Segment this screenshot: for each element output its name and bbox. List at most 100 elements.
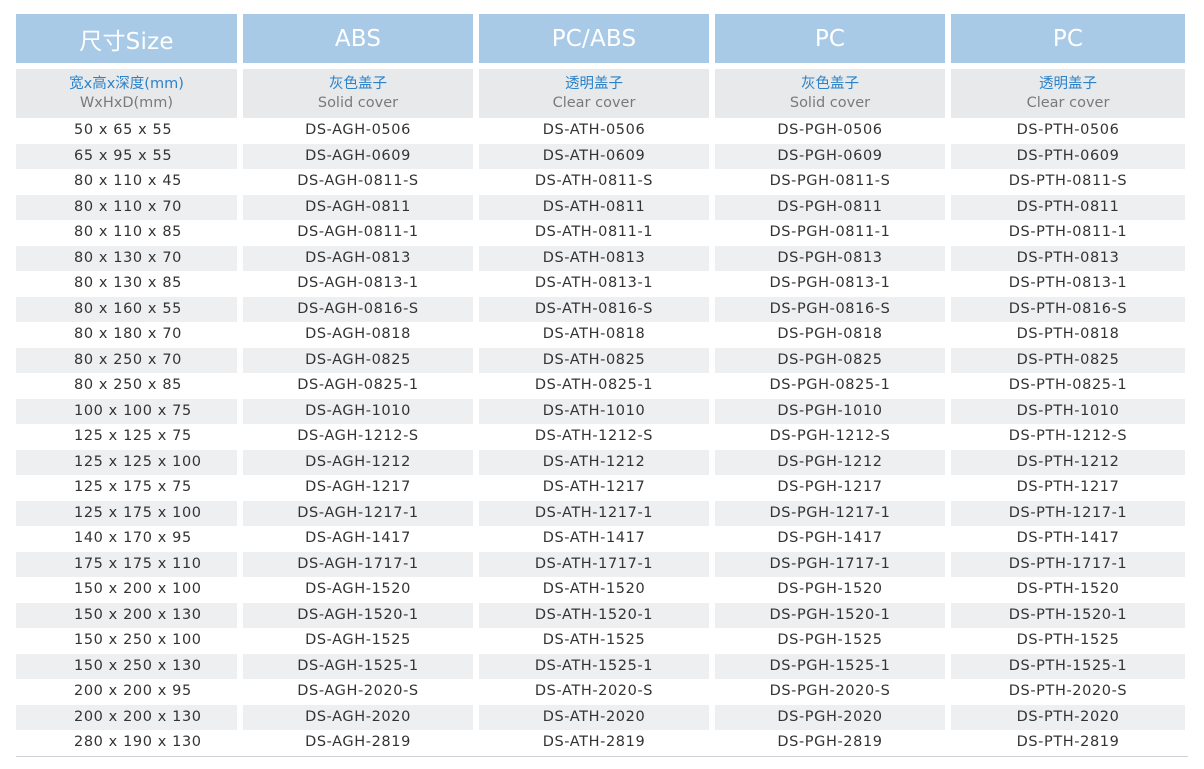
subheader-pc-clear: 透明盖子 Clear cover (951, 69, 1185, 118)
pc-clear-cell: DS-PTH-0825 (951, 347, 1185, 373)
table-row: 200 x 200 x 95 DS-AGH-2020-S DS-ATH-2020-S… (16, 679, 1188, 705)
table-row: 280 x 190 x 130 DS-AGH-2819 DS-ATH-2819 DS-… (16, 730, 1188, 756)
table-row: 150 x 250 x 100 DS-AGH-1525 DS-ATH-1525 DS-… (16, 628, 1188, 654)
size-cell: 280 x 190 x 130 (74, 734, 202, 750)
pc-clear-cell: DS-PTH-2020 (951, 704, 1185, 730)
abs-solid-cell: DS-AGH-1520 (305, 581, 411, 597)
size-cell: 80 x 250 x 70 (16, 347, 237, 373)
size-cell: 80 x 250 x 85 (74, 377, 182, 393)
pc-clear-cell: DS-PTH-1010 (951, 398, 1185, 424)
abs-solid-cell: DS-AGH-1217 (305, 479, 411, 495)
pc-solid-cell: DS-PGH-0818 (777, 326, 883, 342)
table-row: 200 x 200 x 130 DS-AGH-2020 DS-ATH-2020 DS-… (16, 704, 1188, 730)
pcabs-clear-cell: DS-ATH-0506 (542, 122, 646, 138)
pc-solid-cell: DS-PGH-1520 (777, 581, 883, 597)
subheader-cn: 透明盖子 (1039, 75, 1097, 92)
abs-solid-cell: DS-AGH-0825-1 (297, 377, 419, 393)
pc-clear-cell: DS-PTH-0813 (951, 245, 1185, 271)
pc-clear-cell: DS-PTH-0818 (1016, 326, 1120, 342)
table-row: 50 x 65 x 55 DS-AGH-0506 DS-ATH-0506 DS-PGH… (16, 118, 1188, 144)
pc-solid-cell: DS-PGH-0813 (715, 245, 945, 271)
size-cell: 80 x 110 x 85 (74, 224, 182, 240)
abs-solid-cell: DS-AGH-1717-1 (243, 551, 473, 577)
table-row: 80 x 180 x 70 DS-AGH-0818 DS-ATH-0818 DS-PG… (16, 322, 1188, 348)
abs-solid-cell: DS-AGH-0811-1 (297, 224, 419, 240)
size-cell: 50 x 65 x 55 (74, 122, 173, 138)
pcabs-clear-cell: DS-ATH-1520 (542, 581, 646, 597)
abs-solid-cell: DS-AGH-1217-1 (243, 500, 473, 526)
pc-solid-cell: DS-PGH-0811-1 (769, 224, 891, 240)
pcabs-clear-cell: DS-ATH-0825-1 (534, 377, 654, 393)
size-cell: 150 x 200 x 130 (16, 602, 237, 628)
pc-clear-cell: DS-PTH-0811 (951, 194, 1185, 220)
subheader-cn: 宽x高x深度(mm) (69, 75, 184, 92)
abs-solid-cell: DS-AGH-1212 (243, 449, 473, 475)
table-row: 80 x 110 x 85 DS-AGH-0811-1 DS-ATH-0811-1 D… (16, 220, 1188, 246)
size-cell: 140 x 170 x 95 (74, 530, 192, 546)
pc-solid-cell: DS-PGH-0813-1 (769, 275, 891, 291)
size-cell: 80 x 110 x 45 (74, 173, 182, 189)
pc-solid-cell: DS-PGH-0816-S (715, 296, 945, 322)
pc-solid-cell: DS-PGH-1010 (715, 398, 945, 424)
pc-clear-cell: DS-PTH-0506 (1016, 122, 1120, 138)
abs-solid-cell: DS-AGH-0813 (243, 245, 473, 271)
size-cell: 150 x 250 x 100 (74, 632, 202, 648)
table-row: 80 x 130 x 85 DS-AGH-0813-1 DS-ATH-0813-1 D… (16, 271, 1188, 297)
table-row: 125 x 175 x 75 DS-AGH-1217 DS-ATH-1217 DS-P… (16, 475, 1188, 501)
pc-clear-cell: DS-PTH-2020-S (1008, 683, 1128, 699)
abs-solid-cell: DS-AGH-1010 (243, 398, 473, 424)
subheader-pc-abs: 透明盖子 Clear cover (479, 69, 709, 118)
size-cell: 200 x 200 x 95 (74, 683, 192, 699)
table-row: 175 x 175 x 110 DS-AGH-1717-1 DS-ATH-1717-… (16, 551, 1188, 577)
pc-clear-cell: DS-PTH-0811-1 (1008, 224, 1128, 240)
pc-solid-cell: DS-PGH-2819 (777, 734, 883, 750)
pc-solid-cell: DS-PGH-1212 (715, 449, 945, 475)
pc-solid-cell: DS-PGH-2020 (715, 704, 945, 730)
abs-solid-cell: DS-AGH-0811-S (297, 173, 419, 189)
pc-solid-cell: DS-PGH-1525 (777, 632, 883, 648)
table-row: 140 x 170 x 95 DS-AGH-1417 DS-ATH-1417 DS-P… (16, 526, 1188, 552)
table-row: 80 x 250 x 85 DS-AGH-0825-1 DS-ATH-0825-1 D… (16, 373, 1188, 399)
table-row: 65 x 95 x 55 DS-AGH-0609 DS-ATH-0609 DS-PGH… (16, 143, 1188, 169)
pcabs-clear-cell: DS-ATH-1212-S (534, 428, 654, 444)
pc-clear-cell: DS-PTH-1520 (1016, 581, 1120, 597)
pcabs-clear-cell: DS-ATH-1525 (542, 632, 646, 648)
pc-solid-cell: DS-PGH-2020-S (769, 683, 891, 699)
size-cell: 80 x 160 x 55 (16, 296, 237, 322)
pcabs-clear-cell: DS-ATH-0816-S (479, 296, 709, 322)
pc-solid-cell: DS-PGH-1217-1 (715, 500, 945, 526)
table-row: 80 x 250 x 70 DS-AGH-0825 DS-ATH-0825 DS-PG… (16, 347, 1188, 373)
product-table: 尺寸Size ABS PC/ABS PC PC 宽x高x深度(mm) WxHxD… (16, 14, 1188, 757)
abs-solid-cell: DS-AGH-1525-1 (243, 653, 473, 679)
abs-solid-cell: DS-AGH-0609 (243, 143, 473, 169)
pcabs-clear-cell: DS-ATH-1217-1 (479, 500, 709, 526)
table-row: 125 x 125 x 75 DS-AGH-1212-S DS-ATH-1212-S… (16, 424, 1188, 450)
abs-solid-cell: DS-AGH-1520-1 (243, 602, 473, 628)
pc-clear-cell: DS-PTH-0825-1 (1008, 377, 1128, 393)
pcabs-clear-cell: DS-ATH-0811-S (534, 173, 654, 189)
pcabs-clear-cell: DS-ATH-0811 (479, 194, 709, 220)
size-cell: 125 x 175 x 100 (16, 500, 237, 526)
pc-solid-cell: DS-PGH-1520-1 (715, 602, 945, 628)
size-cell: 125 x 125 x 100 (16, 449, 237, 475)
table-header-row: 尺寸Size ABS PC/ABS PC PC (16, 14, 1188, 63)
size-cell: 150 x 200 x 100 (74, 581, 202, 597)
pcabs-clear-cell: DS-ATH-1010 (479, 398, 709, 424)
size-cell: 175 x 175 x 110 (16, 551, 237, 577)
pc-solid-cell: DS-PGH-0825-1 (769, 377, 891, 393)
pc-solid-cell: DS-PGH-0825 (715, 347, 945, 373)
pc-clear-cell: DS-PTH-2819 (1016, 734, 1120, 750)
pc-clear-cell: DS-PTH-0811-S (1008, 173, 1128, 189)
pc-clear-cell: DS-PTH-0609 (951, 143, 1185, 169)
pc-solid-cell: DS-PGH-1212-S (769, 428, 891, 444)
abs-solid-cell: DS-AGH-1417 (305, 530, 411, 546)
table-row: 80 x 110 x 45 DS-AGH-0811-S DS-ATH-0811-S D… (16, 169, 1188, 195)
size-cell: 80 x 130 x 70 (16, 245, 237, 271)
pc-clear-cell: DS-PTH-0813-1 (1008, 275, 1128, 291)
header-abs: ABS (243, 14, 473, 63)
pc-clear-cell: DS-PTH-1520-1 (951, 602, 1185, 628)
size-cell: 125 x 175 x 75 (74, 479, 192, 495)
table-row: 80 x 160 x 55 DS-AGH-0816-S DS-ATH-0816-S D… (16, 296, 1188, 322)
pc-solid-cell: DS-PGH-1717-1 (715, 551, 945, 577)
table-row: 125 x 125 x 100 DS-AGH-1212 DS-ATH-1212 DS-… (16, 449, 1188, 475)
